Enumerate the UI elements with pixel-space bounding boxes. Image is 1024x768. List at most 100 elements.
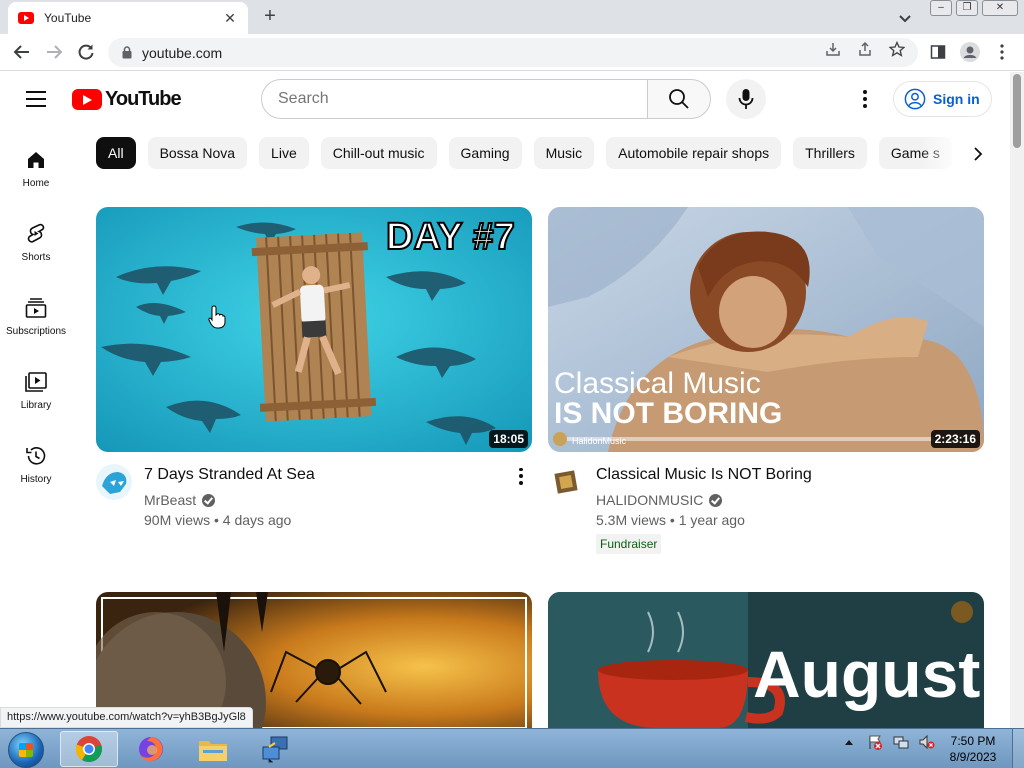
search-button[interactable] [647, 79, 711, 119]
share-icon[interactable] [856, 40, 874, 58]
start-button[interactable] [8, 732, 44, 768]
windows-taskbar: 7:50 PM 8/9/2023 [0, 728, 1024, 768]
chip-music[interactable]: Music [533, 137, 595, 169]
chip-thrillers[interactable]: Thrillers [793, 137, 867, 169]
tray-overflow-arrow-icon[interactable] [840, 733, 858, 751]
video-metadata: 90M views • 4 days ago [144, 512, 292, 528]
guide-item-subscriptions[interactable]: Subscriptions [0, 284, 72, 358]
video-thumbnail[interactable]: Classical Music IS NOT BORING HalidonMus… [548, 207, 984, 452]
voice-search-button[interactable] [726, 79, 766, 119]
youtube-play-logo-icon [72, 88, 102, 110]
microphone-icon [738, 89, 754, 109]
chip-bossa-nova[interactable]: Bossa Nova [147, 137, 248, 169]
chip-live[interactable]: Live [259, 137, 309, 169]
profile-avatar-icon[interactable] [958, 40, 982, 64]
category-chips-bar: All Bossa Nova Live Chill-out music Gaming Mu… [96, 137, 976, 171]
close-window-button[interactable]: ✕ [982, 0, 1018, 16]
restore-button[interactable]: ❐ [956, 0, 978, 16]
guide-label: Shorts [21, 252, 51, 263]
search-box[interactable] [261, 79, 648, 119]
folder-icon [199, 741, 227, 761]
minimize-button[interactable]: – [930, 0, 952, 16]
channel-name[interactable]: MrBeast [144, 492, 216, 508]
video-details: 7 Days Stranded At Sea MrBeast 90M views… [96, 452, 532, 562]
guide-item-shorts[interactable]: Shorts [0, 210, 72, 284]
library-icon [24, 370, 48, 394]
firefox-icon [139, 737, 163, 761]
taskbar-chrome-button[interactable] [60, 731, 118, 767]
volume-muted-icon[interactable] [918, 733, 936, 751]
search-icon [669, 89, 689, 109]
tab-search-chevron-icon[interactable] [895, 8, 915, 28]
hand-cursor-icon [208, 305, 226, 329]
clock-date: 8/9/2023 [949, 750, 997, 764]
thumbnail-watermark: HalidonMusic [572, 436, 627, 446]
video-duration: 18:05 [489, 430, 528, 448]
channel-avatar[interactable] [96, 464, 132, 500]
sign-in-label: Sign in [933, 91, 980, 107]
video-thumbnail[interactable]: August [548, 592, 984, 728]
guide-item-home[interactable]: Home [0, 136, 72, 210]
clock-time: 7:50 PM [950, 734, 996, 748]
address-bar[interactable]: youtube.com [108, 38, 918, 67]
page-scrollbar[interactable] [1010, 72, 1024, 728]
side-panel-icon[interactable] [926, 40, 950, 64]
video-details: Classical Music Is NOT Boring HALIDONMUS… [548, 452, 984, 562]
install-app-icon[interactable] [824, 40, 842, 58]
thumbnail-overlay-text: DAY #7 [386, 216, 515, 258]
taskbar-firefox-button[interactable] [122, 731, 180, 767]
back-arrow-icon [13, 45, 29, 59]
video-title[interactable]: 7 Days Stranded At Sea [144, 466, 504, 484]
history-icon [24, 444, 48, 468]
browser-tab-youtube[interactable]: YouTube ✕ [8, 2, 248, 34]
sign-in-button[interactable]: Sign in [893, 81, 992, 117]
youtube-wordmark: YouTube [105, 87, 182, 110]
guide-label: Subscriptions [5, 326, 67, 337]
browser-toolbar: youtube.com [0, 34, 1024, 71]
video-card[interactable]: DAY #7 18:05 7 Days Stranded At Sea MrBe… [96, 207, 532, 562]
video-card[interactable]: Classical Music IS NOT BORING HalidonMus… [548, 207, 984, 562]
taskbar-clock[interactable]: 7:50 PM 8/9/2023 [940, 733, 1006, 765]
new-tab-button[interactable]: + [258, 4, 282, 28]
lock-icon [122, 46, 132, 59]
home-icon [24, 148, 48, 172]
thumbnail-title-line1: Classical Music [554, 367, 761, 400]
chips-next-chevron-icon[interactable] [966, 142, 990, 166]
guide-item-library[interactable]: Library [0, 358, 72, 432]
verified-check-icon [202, 493, 216, 507]
chip-gaming[interactable]: Gaming [448, 137, 522, 169]
back-button[interactable] [10, 40, 34, 64]
chip-all[interactable]: All [96, 137, 136, 169]
video-action-menu-icon[interactable] [516, 466, 526, 486]
tab-close-icon[interactable]: ✕ [222, 10, 238, 27]
channel-avatar[interactable] [548, 464, 584, 500]
taskbar-network-app-button[interactable] [246, 731, 304, 767]
scrollbar-thumb[interactable] [1013, 74, 1021, 148]
channel-name-text: MrBeast [144, 492, 197, 508]
channel-name[interactable]: HALIDONMUSIC [596, 492, 723, 508]
video-card[interactable]: August [548, 592, 984, 728]
taskbar-explorer-button[interactable] [184, 731, 242, 767]
video-title[interactable]: Classical Music Is NOT Boring [596, 466, 956, 484]
guide-menu-icon[interactable] [26, 91, 46, 107]
search-input[interactable] [278, 90, 647, 108]
subscriptions-icon [24, 296, 48, 320]
network-status-icon[interactable] [892, 733, 910, 751]
bookmark-star-icon[interactable] [888, 40, 906, 58]
video-thumbnail[interactable]: DAY #7 18:05 [96, 207, 532, 452]
guide-item-history[interactable]: History [0, 432, 72, 506]
chrome-menu-icon[interactable] [990, 40, 1014, 64]
youtube-logo[interactable]: YouTube [72, 87, 182, 110]
action-center-flag-icon[interactable] [866, 733, 884, 751]
reload-button[interactable] [74, 40, 98, 64]
chip-automobile-repair-shops[interactable]: Automobile repair shops [606, 137, 782, 169]
window-controls: – ❐ ✕ [926, 0, 1018, 18]
chip-chill-out-music[interactable]: Chill-out music [320, 137, 437, 169]
shorts-icon [24, 222, 48, 246]
network-computer-icon [262, 736, 288, 763]
settings-more-icon[interactable] [853, 86, 877, 112]
forward-arrow-icon [47, 45, 63, 59]
link-status-bubble: https://www.youtube.com/watch?v=yhB3BgJy… [0, 707, 253, 728]
forward-button[interactable] [42, 40, 66, 64]
show-desktop-button[interactable] [1012, 729, 1024, 768]
